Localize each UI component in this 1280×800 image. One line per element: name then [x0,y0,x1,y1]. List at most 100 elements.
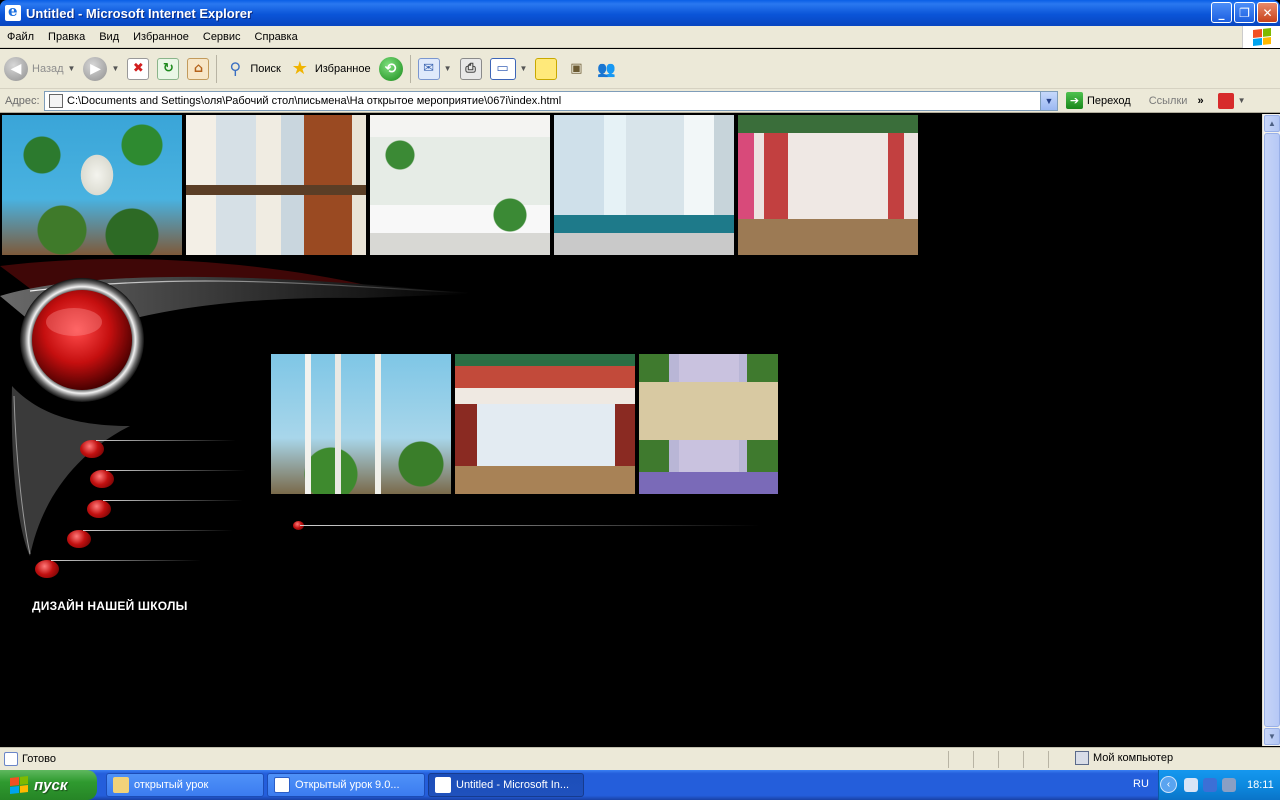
menu-bar: Файл Правка Вид Избранное Сервис Справка [0,26,1280,48]
back-label: Назад [32,62,64,75]
chevron-right-icon[interactable]: » [1197,95,1203,107]
search-icon: ⚲ [229,59,242,78]
task-label: Открытый урок 9.0... [295,779,400,791]
chevron-down-icon: ▼ [111,64,120,73]
scroll-up-button[interactable]: ▲ [1264,115,1280,132]
maximize-button[interactable]: ❐ [1234,2,1255,23]
printer-icon: ⎙ [459,57,482,80]
edit-button[interactable]: ▭ ▼ [486,51,532,87]
title-bar: Untitled - Microsoft Internet Explorer _… [0,0,1280,26]
scroll-down-button[interactable]: ▼ [1264,728,1280,745]
photo-bright-classroom[interactable] [370,115,550,255]
chevron-down-icon: ▼ [519,64,528,73]
menu-bullet-4[interactable] [67,530,91,548]
forward-arrow-icon: ▶ [83,56,108,81]
research-icon: ▣ [570,61,583,76]
task-internet-explorer[interactable]: Untitled - Microsoft In... [428,773,584,797]
menu-bullet-5[interactable] [35,560,59,578]
chevron-down-icon[interactable]: ▼ [1238,96,1246,105]
task-label: открытый урок [134,779,209,791]
forward-button[interactable]: ▶ ▼ [79,51,123,87]
menu-bullet-3[interactable] [87,500,111,518]
address-dropdown-button[interactable]: ▼ [1040,91,1057,110]
home-button[interactable]: ⌂ [183,51,213,87]
window-title: Untitled - Microsoft Internet Explorer [26,5,253,21]
computer-icon [1075,751,1089,765]
minimize-button[interactable]: _ [1211,2,1232,23]
refresh-button[interactable]: ↻ [153,51,183,87]
photo-blue-classroom[interactable] [554,115,734,255]
start-label: пуск [34,776,68,794]
favorites-button[interactable]: ★ Избранное [285,51,375,87]
go-button[interactable]: ➔ Переход [1066,92,1131,109]
menu-bullet-2[interactable] [90,470,114,488]
address-input[interactable]: C:\Documents and Settings\оля\Рабочий ст… [44,90,1058,111]
chevron-down-icon: ▼ [443,64,452,73]
menu-bullet-1[interactable] [80,440,104,458]
print-button[interactable]: ⎙ [456,51,486,87]
photo-memorial-portrait[interactable] [639,354,778,494]
page-content: ДИЗАЙН НАШЕЙ ШКОЛЫ [0,114,1262,746]
star-icon: ★ [291,58,308,79]
toolbar-separator [409,54,411,83]
status-bar: Готово Мой компьютер [0,747,1280,770]
device-icon[interactable] [1203,778,1217,792]
security-zone: Мой компьютер [1075,751,1173,765]
language-indicator[interactable]: RU [1133,778,1149,790]
taskbar: пуск открытый урок Открытый урок 9.0... … [0,770,1280,800]
task-label: Untitled - Microsoft In... [456,779,570,791]
menu-tools[interactable]: Сервис [196,31,248,43]
menu-edit[interactable]: Правка [41,31,92,43]
task-word-document[interactable]: Открытый урок 9.0... [267,773,425,797]
menu-line-1 [96,440,236,441]
history-icon: ⟲ [378,56,403,81]
pdf-icon[interactable] [1217,92,1234,109]
messenger-button[interactable]: 👥 [591,51,621,87]
stop-icon: ✖ [127,57,150,80]
folder-icon [113,777,129,793]
menu-line-4 [83,530,233,531]
windows-logo-icon [10,776,28,794]
page-heading: ДИЗАЙН НАШЕЙ ШКОЛЫ [32,599,188,613]
photo-classroom-desks[interactable] [186,115,366,255]
links-button[interactable]: Ссылки [1149,95,1188,107]
back-button[interactable]: ◀ Назад ▼ [0,51,79,87]
menu-help[interactable]: Справка [248,31,305,43]
slider-line [300,525,760,526]
photo-display-board[interactable] [738,115,918,255]
discuss-button[interactable] [531,51,561,87]
stop-button[interactable]: ✖ [123,51,153,87]
menu-line-3 [103,500,243,501]
toolbar-separator [216,54,218,83]
clock: 18:11 [1247,779,1274,791]
address-bar: Адрес: C:\Documents and Settings\оля\Раб… [0,89,1280,113]
messenger-icon: 👥 [597,59,616,78]
word-icon [274,777,290,793]
research-button[interactable]: ▣ [561,51,591,87]
volume-icon[interactable] [1222,778,1236,792]
home-icon: ⌂ [187,57,210,80]
menu-favorites[interactable]: Избранное [126,31,196,43]
status-cells [948,751,1073,768]
close-button[interactable]: ✕ [1257,2,1278,23]
photo-birch-trees[interactable] [271,354,451,494]
search-button[interactable]: ⚲ Поиск [220,51,284,87]
photo-birch-mural[interactable] [2,115,182,255]
photo-library-shelves[interactable] [455,354,635,494]
scroll-thumb[interactable] [1264,133,1280,727]
edit-page-icon: ▭ [489,57,516,80]
chevron-left-icon[interactable]: ‹ [1160,776,1177,793]
menu-line-2 [106,470,246,471]
start-button[interactable]: пуск [0,770,97,800]
task-folder[interactable]: открытый урок [106,773,264,797]
vertical-scrollbar[interactable]: ▲ ▼ [1262,114,1280,746]
go-label: Переход [1087,94,1131,107]
menu-file[interactable]: Файл [0,31,41,43]
network-icon[interactable] [1184,778,1198,792]
search-label: Поиск [250,62,281,75]
history-button[interactable]: ⟲ [375,51,407,87]
page-icon [49,93,63,108]
mail-button[interactable]: ✉ ▼ [414,51,456,87]
menu-view[interactable]: Вид [92,31,126,43]
status-text: Готово [22,753,56,765]
